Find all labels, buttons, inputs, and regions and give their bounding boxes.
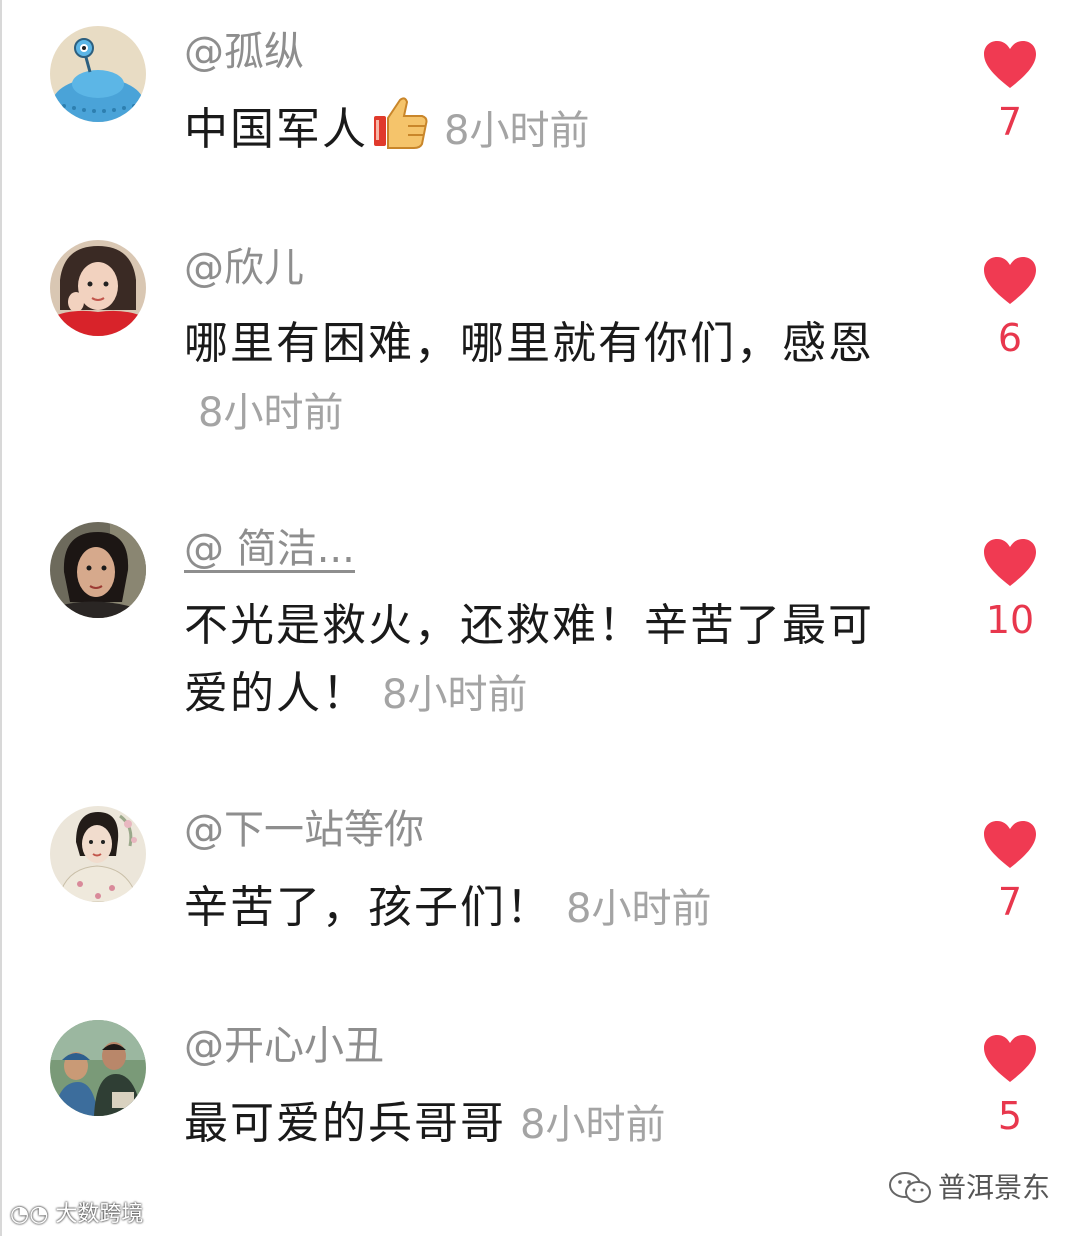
comment-content: 哪里有困难，哪里就有你们，感恩 (184, 318, 874, 369)
comment-content: 不光是救火，还救难！辛苦了最可爱的人！ (184, 600, 874, 719)
like-button[interactable]: 7 (970, 820, 1050, 924)
heart-icon (984, 821, 1036, 868)
comment-time: 8小时前 (520, 1102, 666, 1148)
comment-text: 辛苦了，孩子们！ 8小时前 (184, 874, 884, 943)
comment-content: 中国军人 (184, 104, 368, 155)
username[interactable]: @下一站等你 (184, 806, 424, 854)
wechat-icon (888, 1171, 932, 1216)
watermark-left-text: 大数跨境 (55, 1202, 144, 1227)
comment-time: 8小时前 (444, 108, 590, 154)
comment-time: 8小时前 (566, 886, 712, 932)
comment-text: 中国军人 8小时前 (184, 94, 884, 170)
like-count: 10 (985, 598, 1035, 642)
weibo-logo-icon: ◔◔ (10, 1202, 49, 1227)
username[interactable]: @欣儿 (184, 244, 304, 292)
like-button[interactable]: 6 (970, 256, 1050, 360)
heart-icon (984, 257, 1036, 304)
like-button[interactable]: 10 (970, 538, 1050, 642)
username[interactable]: @ 简洁... (184, 528, 355, 573)
watermark-right: 普洱景东 (888, 1168, 1050, 1208)
like-button[interactable]: 7 (970, 40, 1050, 144)
like-count: 7 (997, 100, 1023, 144)
comment-list: @孤纵 中国军人 8小时前 7 @欣儿 哪里有困难，哪里就有你们，感恩8小时前 … (0, 0, 1080, 1236)
comment-text: 不光是救火，还救难！辛苦了最可爱的人！ 8小时前 (184, 592, 884, 729)
comment-text: 哪里有困难，哪里就有你们，感恩 8小时前 (184, 310, 884, 447)
heart-icon (984, 41, 1036, 88)
avatar[interactable] (50, 806, 146, 902)
comment-time: 8小时前 (198, 390, 344, 436)
username[interactable]: @孤纵 (184, 28, 304, 76)
heart-icon (984, 1035, 1036, 1082)
comment-text: 最可爱的兵哥哥 8小时前 (184, 1090, 884, 1159)
comment-content: 最可爱的兵哥哥 (184, 1098, 506, 1149)
thumbs-up-icon (372, 94, 430, 170)
avatar[interactable] (50, 1020, 146, 1116)
watermark-right-text: 普洱景东 (938, 1171, 1051, 1204)
avatar[interactable] (50, 26, 146, 122)
like-count: 6 (997, 316, 1023, 360)
comment-content: 辛苦了，孩子们！ (184, 882, 552, 933)
heart-icon (984, 539, 1036, 586)
like-count: 7 (997, 880, 1023, 924)
watermark-left: ◔◔ 大数跨境 (10, 1200, 143, 1230)
avatar[interactable] (50, 240, 146, 336)
like-button[interactable]: 5 (970, 1034, 1050, 1138)
avatar[interactable] (50, 522, 146, 618)
username[interactable]: @开心小丑 (184, 1022, 384, 1070)
comment-time: 8小时前 (382, 672, 528, 718)
like-count: 5 (997, 1094, 1023, 1138)
